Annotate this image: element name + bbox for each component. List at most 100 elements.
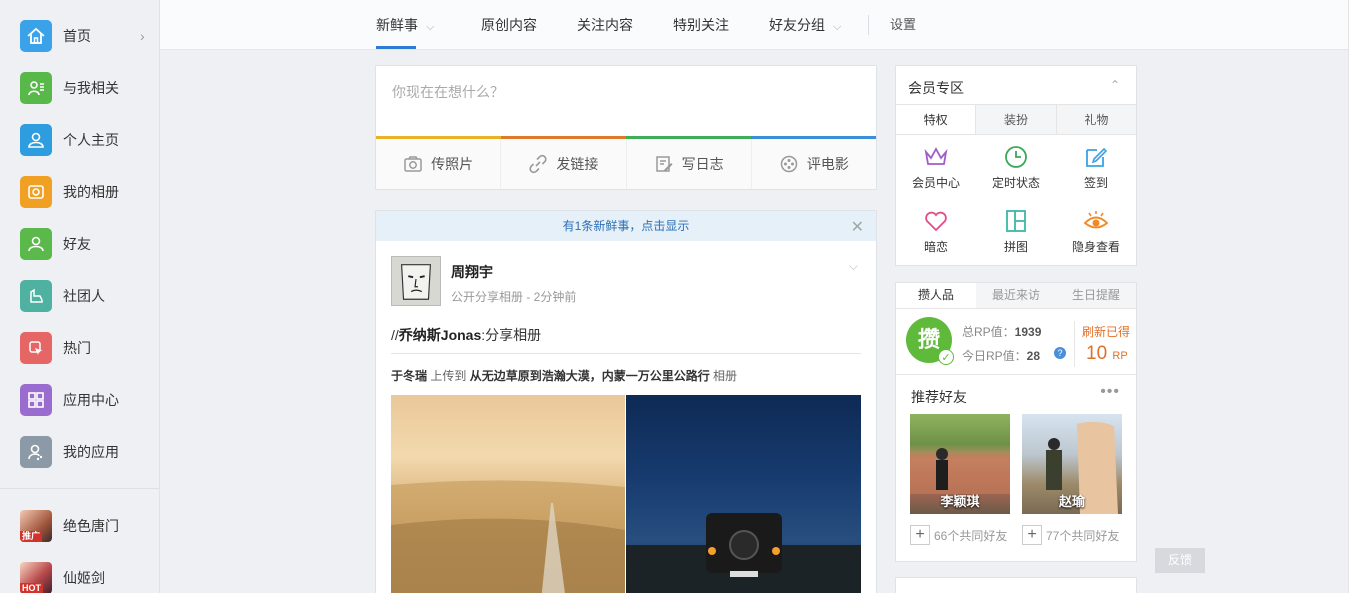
post-prefix: // <box>391 327 399 343</box>
tab-recent-visitors[interactable]: 最近来访 <box>976 283 1056 308</box>
today-rp: 今日RP值：28 <box>962 347 1040 364</box>
new-feed-notice[interactable]: 有1条新鲜事，点击显示 <box>376 211 876 241</box>
uploader-name[interactable]: 于冬瑞 <box>391 369 427 383</box>
add-friend-button[interactable]: +66个共同好友 <box>910 525 1007 545</box>
tab-gifts[interactable]: 礼物 <box>1056 105 1136 134</box>
status-input[interactable]: 你现在在想什么？ <box>392 82 504 102</box>
friend-card-2[interactable]: 赵瑜 <box>1022 414 1122 514</box>
club-icon <box>20 280 52 312</box>
post-suffix: :分享相册 <box>481 327 542 343</box>
clock-icon <box>1005 146 1027 168</box>
post-meta: 公开分享相册 - 2分钟前 <box>451 290 577 304</box>
more-icon[interactable]: ••• <box>1100 383 1120 401</box>
tab-special-follow[interactable]: 特别关注 <box>673 0 729 50</box>
sidebar-item-album[interactable]: 我的相册 <box>0 166 159 218</box>
sidebar-item-label: 我的应用 <box>63 444 119 460</box>
add-friend-button[interactable]: +77个共同好友 <box>1022 525 1119 545</box>
action-label: 写日志 <box>681 156 724 172</box>
friend-card-1[interactable]: 李颖琪 <box>910 414 1010 514</box>
close-icon[interactable]: ✕ <box>851 217 864 237</box>
sidebar-item-app-center[interactable]: 应用中心 <box>0 374 159 426</box>
total-rp-value: 1939 <box>1014 325 1042 339</box>
sidebar-item-related[interactable]: 与我相关 <box>0 62 159 114</box>
puzzle-button[interactable]: 拼图 <box>976 206 1056 268</box>
friend-name: 李颖琪 <box>940 494 980 509</box>
eye-icon <box>1083 211 1109 229</box>
member-grid: 会员中心 定时状态 签到 暗恋 拼图 隐身查看 <box>896 142 1136 267</box>
sidebar-item-label: 绝色唐门 <box>63 518 119 534</box>
member-tabs: 特权 装扮 礼物 <box>896 104 1136 135</box>
sidebar-item-friends[interactable]: 好友 <box>0 218 159 270</box>
puzzle-icon <box>1006 210 1026 232</box>
tab-label: 原创内容 <box>481 17 537 33</box>
upload-photo-button[interactable]: 传照片 <box>376 139 502 189</box>
member-center-button[interactable]: 会员中心 <box>896 142 976 204</box>
sidebar-item-my-apps[interactable]: 我的应用 <box>0 426 159 478</box>
feed-card: 有1条新鲜事，点击显示 ✕ 周翔宇 公开分享相册 - 2分钟前 ⌵ //乔纳斯J… <box>375 210 877 593</box>
next-panel <box>895 577 1137 593</box>
related-icon <box>20 72 52 104</box>
tab-decorations[interactable]: 装扮 <box>976 105 1057 134</box>
panel-title: 会员专区 <box>908 80 964 96</box>
link-icon <box>529 154 547 174</box>
tab-friend-groups[interactable]: 好友分组 ⌵ <box>769 0 841 50</box>
chevron-down-icon[interactable]: ⌵ <box>849 259 858 274</box>
tab-birthday-reminder[interactable]: 生日提醒 <box>1056 283 1136 308</box>
total-rp-label: 总RP值： <box>962 325 1015 339</box>
crown-icon <box>924 147 948 165</box>
member-zone-panel: 会员专区 ⌃ 特权 装扮 礼物 会员中心 定时状态 签到 暗恋 拼图 隐身查看 <box>895 65 1137 266</box>
sidebar-divider <box>0 488 159 489</box>
sidebar-item-club[interactable]: 社团人 <box>0 270 159 322</box>
action-label: 传照片 <box>431 156 474 172</box>
tab-label: 关注内容 <box>577 17 633 33</box>
post-text: //乔纳斯Jonas:分享相册 <box>391 325 541 345</box>
photo-grassland[interactable] <box>391 395 625 593</box>
top-nav: 新鲜事 ⌵ 原创内容 关注内容 特别关注 好友分组 ⌵ 设置 <box>160 0 1358 50</box>
post-author[interactable]: 周翔宇 <box>451 262 493 282</box>
sidebar-item-profile[interactable]: 个人主页 <box>0 114 159 166</box>
feedback-button[interactable]: 反馈 <box>1155 548 1205 573</box>
sidebar-item-hot[interactable]: 热门 <box>0 322 159 374</box>
rp-gain: 10 RP <box>1086 343 1128 365</box>
review-movie-button[interactable]: 评电影 <box>752 139 876 189</box>
secret-crush-button[interactable]: 暗恋 <box>896 206 976 268</box>
scheduled-status-button[interactable]: 定时状态 <box>976 142 1056 204</box>
sidebar-game-1[interactable]: 推广 绝色唐门 <box>0 500 159 552</box>
mutual-friends: 77个共同好友 <box>1046 528 1120 543</box>
promo-badge: 推广 <box>20 531 43 542</box>
write-blog-button[interactable]: 写日志 <box>627 139 752 189</box>
share-link-button[interactable]: 发链接 <box>501 139 627 189</box>
tab-privileges[interactable]: 特权 <box>896 105 977 134</box>
chevron-up-icon[interactable]: ⌃ <box>1110 78 1120 92</box>
camera-icon <box>404 156 422 172</box>
album-icon <box>20 176 52 208</box>
tab-following[interactable]: 关注内容 <box>577 0 633 50</box>
rp-gain-value: 10 <box>1086 343 1108 364</box>
tab-news-feed[interactable]: 新鲜事 ⌵ <box>376 0 434 50</box>
status-composer: 你现在在想什么？ 传照片 发链接 写日志 评电影 <box>375 65 877 190</box>
sidebar-item-label: 个人主页 <box>63 132 119 148</box>
check-in-button[interactable]: 签到 <box>1056 142 1136 204</box>
action-label: 评电影 <box>806 156 849 172</box>
recommend-friends-title: 推荐好友 <box>911 389 967 405</box>
invisible-view-button[interactable]: 隐身查看 <box>1056 206 1136 268</box>
avatar[interactable] <box>391 256 441 306</box>
post-mention[interactable]: 乔纳斯Jonas <box>399 327 481 343</box>
game-icon: HOT <box>20 562 52 593</box>
settings-link[interactable]: 设置 <box>890 0 916 50</box>
photo-night-jeep[interactable] <box>626 395 861 593</box>
tab-original[interactable]: 原创内容 <box>481 0 537 50</box>
check-icon: ✓ <box>938 349 954 365</box>
sidebar-game-2[interactable]: HOT 仙姬剑 <box>0 552 159 593</box>
scrollbar[interactable] <box>1348 0 1358 593</box>
hot-icon <box>20 332 52 364</box>
action-label: 发链接 <box>556 156 599 172</box>
app-center-icon <box>20 384 52 416</box>
album-title[interactable]: 从无边草原到浩瀚大漠，内蒙一万公里公路行 <box>470 369 710 383</box>
tab-earn-rp[interactable]: 攒人品 <box>896 283 976 308</box>
help-icon[interactable]: ? <box>1054 347 1066 359</box>
sidebar-item-label: 社团人 <box>63 288 105 304</box>
sidebar-item-label: 我的相册 <box>63 184 119 200</box>
sidebar-item-home[interactable]: 首页 › <box>0 10 159 62</box>
plus-icon: + <box>910 525 930 545</box>
